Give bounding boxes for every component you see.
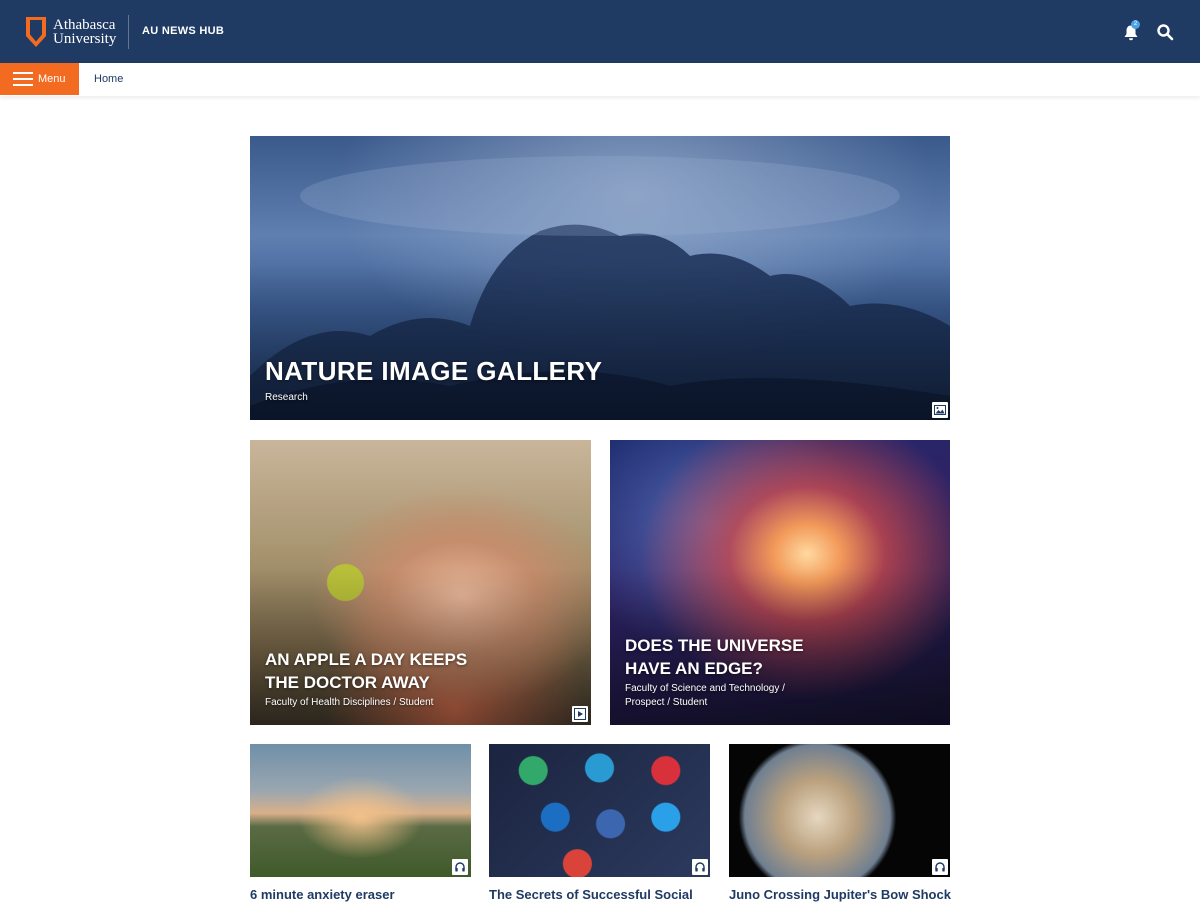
- audio-badge: [692, 859, 708, 875]
- menu-button[interactable]: Menu: [0, 63, 79, 95]
- story-card-juno[interactable]: [729, 744, 950, 877]
- shield-logo-icon: [26, 17, 46, 47]
- headphones-icon: [935, 862, 945, 872]
- featured-category: Research: [265, 392, 308, 403]
- universe-story-title: DOES THE UNIVERSE HAVE AN EDGE?: [625, 634, 804, 680]
- apple-title-line-2: THE DOCTOR AWAY: [265, 673, 430, 692]
- hub-title[interactable]: AU NEWS HUB: [142, 25, 224, 37]
- audio-badge: [932, 859, 948, 875]
- universe-category-line-2: Prospect / Student: [625, 697, 708, 708]
- universe-story-category: Faculty of Science and Technology / Pros…: [625, 682, 785, 710]
- breadcrumb-home[interactable]: Home: [94, 73, 123, 85]
- gallery-badge: [932, 402, 948, 418]
- universe-title-line-2: HAVE AN EDGE?: [625, 659, 763, 678]
- apple-story-category: Faculty of Health Disciplines / Student: [265, 697, 434, 708]
- apple-title-line-1: AN APPLE A DAY KEEPS: [265, 650, 468, 669]
- universe-title-line-1: DOES THE UNIVERSE: [625, 636, 804, 655]
- universe-category-line-1: Faculty of Science and Technology /: [625, 683, 785, 694]
- play-icon: [574, 708, 586, 720]
- notification-badge: 2: [1131, 20, 1140, 29]
- featured-title: NATURE IMAGE GALLERY: [265, 356, 603, 386]
- meditation-image: [250, 744, 471, 877]
- logo-wordmark: Athabasca University: [53, 17, 117, 47]
- site-header: Athabasca University AU NEWS HUB 2: [0, 0, 1200, 63]
- story-card-anxiety[interactable]: [250, 744, 471, 877]
- headphones-icon: [455, 862, 465, 872]
- logo-line-1: Athabasca: [53, 17, 116, 33]
- headphones-icon: [695, 862, 705, 872]
- search-icon: [1157, 24, 1174, 41]
- nav-bar: Menu Home: [0, 63, 1200, 96]
- hamburger-icon: [13, 72, 33, 86]
- apple-story-title: AN APPLE A DAY KEEPS THE DOCTOR AWAY: [265, 648, 467, 694]
- jupiter-image: [729, 744, 950, 877]
- header-divider: [128, 15, 129, 49]
- video-badge: [572, 706, 588, 722]
- social-apps-image: [489, 744, 710, 877]
- story-card-social[interactable]: [489, 744, 710, 877]
- notifications-button[interactable]: 2: [1120, 20, 1142, 44]
- logo-line-2: University: [53, 31, 117, 47]
- athabasca-logo[interactable]: Athabasca University: [25, 16, 116, 48]
- gallery-icon: [934, 405, 946, 415]
- search-button[interactable]: [1156, 23, 1174, 41]
- audio-badge: [452, 859, 468, 875]
- menu-label: Menu: [38, 73, 66, 85]
